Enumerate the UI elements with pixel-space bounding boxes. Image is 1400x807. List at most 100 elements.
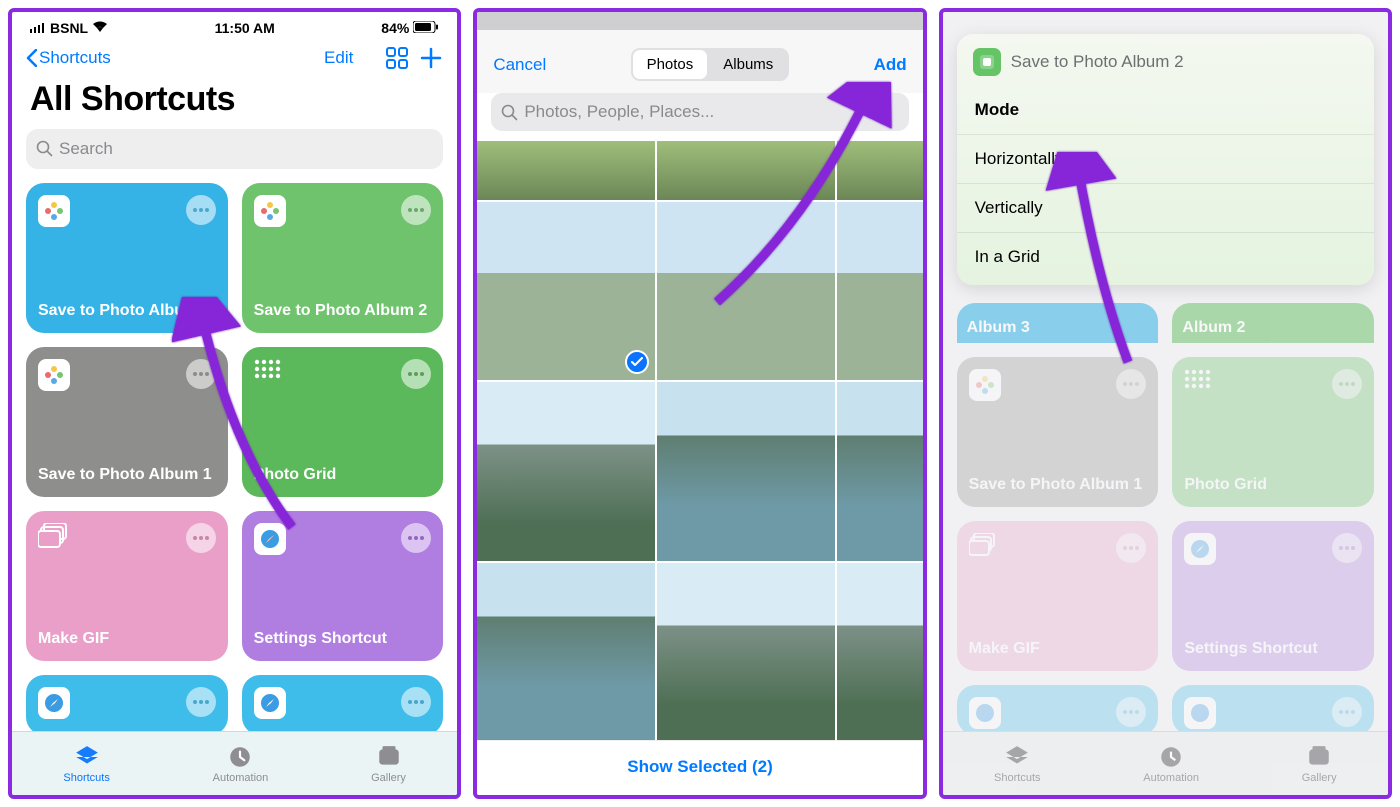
photo-thumbnail[interactable] xyxy=(837,202,922,380)
photo-thumbnail[interactable] xyxy=(657,382,835,560)
stacked-photos-icon xyxy=(969,533,999,562)
selected-check-icon xyxy=(625,350,649,374)
back-button[interactable]: Shortcuts xyxy=(26,48,111,68)
shortcut-card-save-album-1[interactable]: Save to Photo Album 1 xyxy=(26,347,228,497)
shortcut-grid: Save to Photo Album 3 Save to Photo Albu… xyxy=(12,183,457,732)
shortcuts-tab-icon xyxy=(74,744,100,770)
photos-app-icon xyxy=(969,369,1001,401)
add-button[interactable]: Add xyxy=(874,55,907,75)
tab-label: Gallery xyxy=(1302,772,1337,784)
tab-label: Shortcuts xyxy=(994,772,1040,784)
segmented-control[interactable]: Photos Albums xyxy=(631,48,790,81)
shortcut-card-settings[interactable]: Settings Shortcut xyxy=(242,511,444,661)
tab-label: Shortcuts xyxy=(63,772,109,784)
card-label: Make GIF xyxy=(38,629,216,649)
wifi-icon xyxy=(92,20,108,36)
grid-view-icon[interactable] xyxy=(385,46,409,70)
safari-app-icon xyxy=(254,687,286,719)
tab-bar: Shortcuts Automation Gallery xyxy=(12,731,457,795)
automation-tab-icon xyxy=(227,744,253,770)
add-shortcut-icon[interactable] xyxy=(419,46,443,70)
bg-shortcut-card: Photo Grid xyxy=(1172,357,1374,507)
safari-app-icon xyxy=(1184,533,1216,565)
show-selected-button[interactable]: Show Selected (2) xyxy=(477,740,922,795)
card-more-icon xyxy=(1116,533,1146,563)
sheet-row-grid[interactable]: In a Grid xyxy=(957,233,1374,281)
card-label: Settings Shortcut xyxy=(1184,639,1362,659)
photos-app-icon xyxy=(254,195,286,227)
photo-thumbnail[interactable] xyxy=(837,141,922,200)
gallery-tab-icon xyxy=(1306,744,1332,770)
card-more-icon[interactable] xyxy=(186,359,216,389)
sheet-row-mode: Mode xyxy=(957,86,1374,135)
photo-thumbnail[interactable] xyxy=(477,563,655,740)
tab-label: Gallery xyxy=(371,772,406,784)
bg-shortcut-card: Settings Shortcut xyxy=(1172,521,1374,671)
photo-thumbnail[interactable] xyxy=(657,141,835,200)
picker-search-input[interactable]: Photos, People, Places... xyxy=(491,93,908,131)
photo-thumbnail[interactable] xyxy=(477,202,655,380)
photo-thumbnail[interactable] xyxy=(657,202,835,380)
safari-app-icon xyxy=(1184,697,1216,729)
shortcut-card-save-album-2[interactable]: Save to Photo Album 2 xyxy=(242,183,444,333)
mode-sheet: Save to Photo Album 2 Mode Horizontally … xyxy=(957,34,1374,285)
tab-gallery: Gallery xyxy=(1302,744,1337,784)
sheet-row-horizontally[interactable]: Horizontally xyxy=(957,135,1374,184)
tab-gallery[interactable]: Gallery xyxy=(371,744,406,784)
photo-grid xyxy=(477,141,922,740)
safari-app-icon xyxy=(969,697,1001,729)
card-more-icon xyxy=(1332,369,1362,399)
bg-shortcut-card xyxy=(957,685,1159,731)
tab-shortcuts: Shortcuts xyxy=(994,744,1040,784)
search-icon xyxy=(36,140,53,157)
search-input[interactable]: Search xyxy=(26,129,443,169)
bg-shortcut-card: Make GIF xyxy=(957,521,1159,671)
card-more-icon xyxy=(1116,369,1146,399)
segment-photos[interactable]: Photos xyxy=(633,50,708,79)
edit-button[interactable]: Edit xyxy=(324,48,353,68)
signal-icon xyxy=(30,20,46,36)
search-icon xyxy=(501,104,518,121)
bg-shortcut-card xyxy=(1172,685,1374,731)
shortcut-card-extra-2[interactable] xyxy=(242,675,444,732)
photo-thumbnail[interactable] xyxy=(837,563,922,740)
battery-icon xyxy=(413,20,439,36)
tab-shortcuts[interactable]: Shortcuts xyxy=(63,744,109,784)
card-label: Save to Photo Album 2 xyxy=(254,301,432,321)
carrier-label: BSNL xyxy=(50,20,88,36)
screen-all-shortcuts: BSNL 11:50 AM 84% Shortcuts Edit All Sho… xyxy=(8,8,461,799)
card-more-icon[interactable] xyxy=(186,687,216,717)
card-label: Save to Photo Album 1 xyxy=(38,465,216,485)
card-more-icon xyxy=(1116,697,1146,727)
card-more-icon[interactable] xyxy=(186,523,216,553)
card-more-icon[interactable] xyxy=(401,195,431,225)
shortcut-card-photo-grid[interactable]: Photo Grid xyxy=(242,347,444,497)
sheet-row-vertically[interactable]: Vertically xyxy=(957,184,1374,233)
shortcut-card-make-gif[interactable]: Make GIF xyxy=(26,511,228,661)
sheet-title: Save to Photo Album 2 xyxy=(1011,52,1184,72)
photo-thumbnail[interactable] xyxy=(477,382,655,560)
tab-automation[interactable]: Automation xyxy=(213,744,269,784)
stacked-photos-icon xyxy=(38,523,70,554)
cancel-button[interactable]: Cancel xyxy=(493,55,546,75)
card-more-icon[interactable] xyxy=(186,195,216,225)
picker-nav: Cancel Photos Albums Add xyxy=(477,30,922,93)
card-more-icon[interactable] xyxy=(401,687,431,717)
card-label: Make GIF xyxy=(969,639,1147,659)
card-label: Save to Photo Album 1 xyxy=(969,475,1147,495)
shortcut-card-save-album-3[interactable]: Save to Photo Album 3 xyxy=(26,183,228,333)
photo-thumbnail[interactable] xyxy=(837,382,922,560)
picker-search-placeholder: Photos, People, Places... xyxy=(524,102,714,122)
segment-albums[interactable]: Albums xyxy=(709,50,787,79)
photo-thumbnail[interactable] xyxy=(657,563,835,740)
search-placeholder: Search xyxy=(59,139,113,159)
automation-tab-icon xyxy=(1158,744,1184,770)
photo-thumbnail[interactable] xyxy=(477,141,655,200)
bg-shortcut-card: Save to Photo Album 1 xyxy=(957,357,1159,507)
shortcut-card-extra-1[interactable] xyxy=(26,675,228,732)
card-more-icon[interactable] xyxy=(401,523,431,553)
card-more-icon[interactable] xyxy=(401,359,431,389)
bg-card-album-3: Album 3 xyxy=(957,303,1159,343)
screen-photo-picker: Cancel Photos Albums Add Photos, People,… xyxy=(473,8,926,799)
photos-app-icon xyxy=(38,195,70,227)
